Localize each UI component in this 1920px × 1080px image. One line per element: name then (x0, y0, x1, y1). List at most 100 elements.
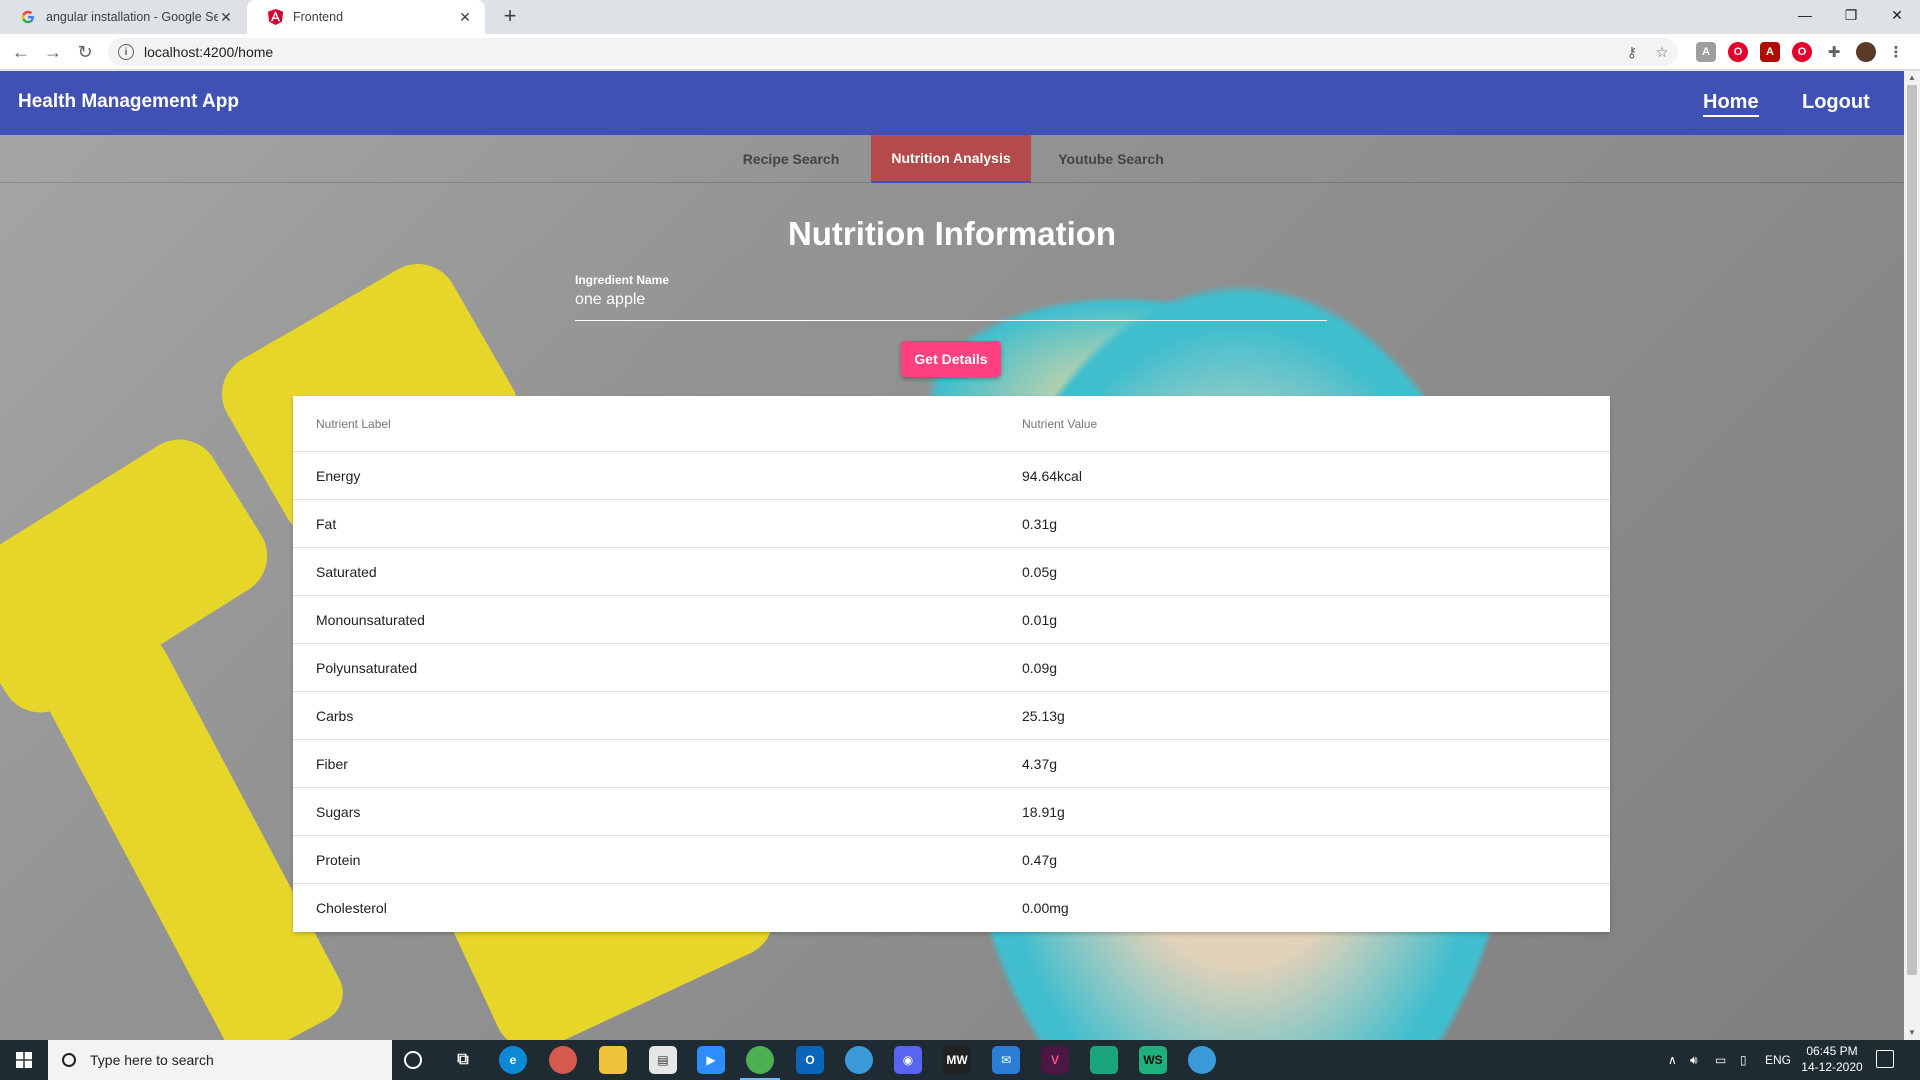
browser-tab-strip: angular installation - Google Sea ✕ Fron… (0, 0, 1920, 34)
puzzle-icon[interactable]: ✚ (1824, 42, 1844, 62)
zoom-icon[interactable]: ▶ (697, 1046, 725, 1074)
nutrient-label: Cholesterol (316, 900, 387, 916)
app-icon[interactable] (1090, 1046, 1118, 1074)
nutrient-value: 0.01g (1022, 611, 1058, 628)
store-icon[interactable]: ▤ (649, 1046, 677, 1074)
nutrient-value: 0.00mg (1022, 900, 1069, 916)
scroll-down-arrow-icon[interactable]: ▼ (1904, 1026, 1920, 1040)
nutrient-value: 0.09g (1022, 659, 1058, 676)
page-scrollbar[interactable]: ▲ ▼ (1904, 71, 1920, 1040)
new-tab-button[interactable]: + (498, 5, 522, 29)
language-indicator[interactable]: ENG (1765, 1040, 1791, 1080)
table-row: Fiber 4.37g (293, 740, 1610, 788)
extension-icon[interactable]: A (1696, 42, 1716, 62)
reload-icon[interactable]: ↻ (73, 40, 97, 64)
feature-tabs: Recipe Search Nutrition Analysis Youtube… (0, 135, 1904, 183)
get-details-button[interactable]: Get Details (901, 341, 1001, 377)
nutrient-label: Carbs (316, 707, 354, 724)
app-icon[interactable] (845, 1046, 873, 1074)
nutrient-label: Polyunsaturated (316, 659, 418, 676)
mail-icon[interactable]: ✉ (992, 1046, 1020, 1074)
nav-logout-link[interactable]: Logout (1802, 91, 1870, 114)
tab-recipe-search[interactable]: Recipe Search (711, 135, 871, 183)
volume-icon[interactable]: 🔊︎ (1690, 1040, 1698, 1080)
nutrient-label: Energy (316, 467, 361, 484)
nutrient-value: 4.37g (1022, 755, 1058, 772)
chrome-icon[interactable] (740, 1046, 780, 1080)
battery-icon[interactable]: ▭ (1715, 1040, 1726, 1080)
table-row: Carbs 25.13g (293, 692, 1610, 740)
scroll-up-arrow-icon[interactable]: ▲ (1904, 71, 1920, 85)
star-icon[interactable]: ☆ (1654, 44, 1670, 60)
tab-youtube-search[interactable]: Youtube Search (1031, 135, 1191, 183)
table-row: Protein 0.47g (293, 836, 1610, 884)
browser-tab-frontend[interactable]: Frontend ✕ (247, 0, 485, 34)
nutrition-table: Nutrient Label Nutrient Value Energy 94.6… (293, 396, 1610, 932)
table-header-row: Nutrient Label Nutrient Value (293, 396, 1610, 452)
app-brand: Health Management App (18, 91, 239, 112)
nutrient-value: 94.64kcal (1022, 467, 1082, 484)
scrollbar-thumb[interactable] (1907, 85, 1917, 975)
nutrient-label: Saturated (316, 563, 377, 580)
notification-icon[interactable] (1876, 1050, 1894, 1068)
restore-button[interactable]: ❐ (1828, 0, 1874, 30)
webstorm-icon[interactable]: WS (1139, 1046, 1167, 1074)
clock-time: 06:45 PM (1806, 1044, 1858, 1058)
menu-dots-icon[interactable]: ⋮ (1886, 42, 1906, 62)
start-button[interactable] (0, 1040, 48, 1080)
file-explorer-icon[interactable] (599, 1046, 627, 1074)
snipping-tool-icon[interactable] (549, 1046, 577, 1074)
browser-tab-google[interactable]: angular installation - Google Sea ✕ (0, 0, 246, 34)
info-icon[interactable]: i (118, 44, 134, 60)
edge-icon[interactable]: e (499, 1046, 527, 1074)
ingredient-name-field: Ingredient Name (575, 273, 1327, 321)
nutrient-label: Fat (316, 515, 337, 532)
tab-nutrition-analysis[interactable]: Nutrition Analysis (871, 135, 1031, 183)
discord-icon[interactable]: ◉ (894, 1046, 922, 1074)
nutrient-value: 0.05g (1022, 563, 1058, 580)
key-icon[interactable]: ⚷ (1624, 44, 1640, 60)
taskbar-search-placeholder: Type here to search (90, 1052, 214, 1068)
angular-icon (267, 9, 283, 25)
show-hidden-icons-icon[interactable]: ∧ (1668, 1040, 1677, 1080)
page-title: Nutrition Information (787, 215, 1117, 252)
search-icon (62, 1053, 76, 1067)
opera-icon[interactable]: O (1792, 42, 1812, 62)
nav-home-link[interactable]: Home (1703, 91, 1759, 117)
app-icon[interactable] (1188, 1046, 1216, 1074)
cortana-icon[interactable] (404, 1051, 422, 1069)
ingredient-name-input[interactable] (575, 291, 1327, 309)
mw-app-icon[interactable]: MW (943, 1046, 971, 1074)
table-row: Saturated 0.05g (293, 548, 1610, 596)
google-icon (20, 9, 36, 25)
table-row: Cholesterol 0.00mg (293, 884, 1610, 932)
minimize-button[interactable]: — (1782, 0, 1828, 30)
windows-logo-icon (16, 1052, 32, 1068)
browser-tab-title: angular installation - Google Sea (46, 10, 218, 24)
close-icon[interactable]: ✕ (457, 9, 473, 26)
network-icon[interactable]: ▯ (1740, 1040, 1747, 1080)
opera-icon[interactable]: O (1728, 42, 1748, 62)
nutrient-label: Fiber (316, 755, 348, 772)
outlook-icon[interactable]: O (796, 1046, 824, 1074)
pdf-icon[interactable]: A (1760, 42, 1780, 62)
task-view-icon[interactable]: ⧉ (449, 1046, 477, 1074)
forward-arrow-icon[interactable]: → (41, 40, 65, 64)
nutrient-value: 18.91g (1022, 803, 1065, 820)
window-close-button[interactable]: ✕ (1874, 0, 1920, 30)
nutrient-label: Monounsaturated (316, 611, 425, 628)
taskbar-search-box[interactable]: Type here to search (48, 1040, 392, 1080)
windows-taskbar: Type here to search ⧉ e ▤ ▶ O ◉ MW ✉ V W… (0, 1040, 1920, 1080)
close-icon[interactable]: ✕ (218, 9, 234, 26)
table-row: Monounsaturated 0.01g (293, 596, 1610, 644)
back-arrow-icon[interactable]: ← (9, 40, 33, 64)
table-row: Sugars 18.91g (293, 788, 1610, 836)
table-row: Fat 0.31g (293, 500, 1610, 548)
address-bar[interactable]: i localhost:4200/home ⚷ ☆ (108, 38, 1678, 66)
app-header: Health Management App Home Logout (0, 71, 1904, 135)
vectr-icon[interactable]: V (1041, 1046, 1069, 1074)
nutrient-value: 0.47g (1022, 851, 1058, 868)
nutrient-value: 0.31g (1022, 515, 1058, 532)
taskbar-clock[interactable]: 06:45 PM 14-12-2020 (1796, 1043, 1868, 1075)
profile-avatar[interactable] (1856, 42, 1876, 62)
